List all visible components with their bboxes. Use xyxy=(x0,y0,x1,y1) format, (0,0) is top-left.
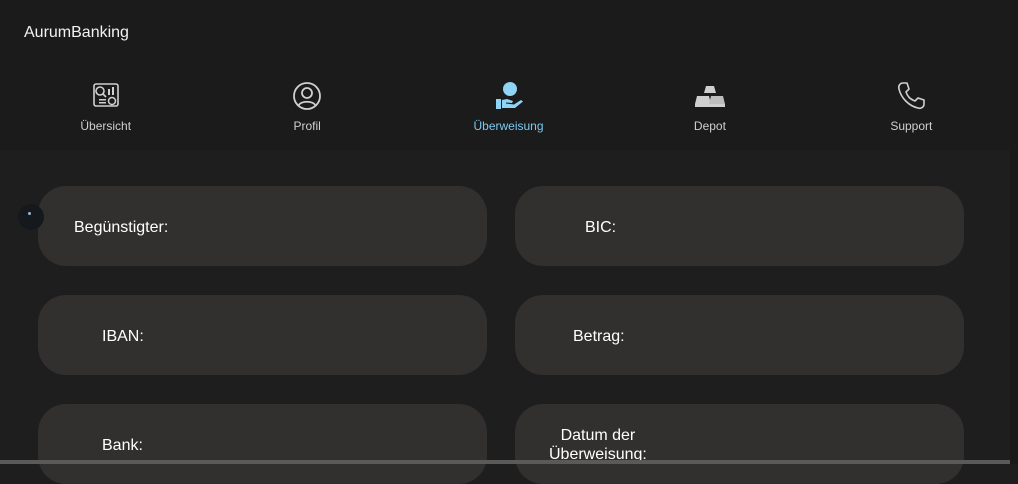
drawer-handle[interactable] xyxy=(18,204,44,230)
tab-label: Profil xyxy=(293,119,321,133)
phone-icon xyxy=(895,80,927,112)
tab-bar: Übersicht Profil Überweisung Depot Suppo… xyxy=(5,70,1012,152)
beneficiary-field[interactable]: Begünstigter: xyxy=(38,186,487,266)
transfer-date-label: Datum der Überweisung: xyxy=(549,426,647,464)
tab-support[interactable]: Support xyxy=(811,70,1012,152)
window-bottom-edge xyxy=(0,460,1010,464)
tab-depot[interactable]: Depot xyxy=(609,70,810,152)
tab-label: Überweisung xyxy=(473,119,544,133)
bank-label: Bank: xyxy=(102,437,143,454)
tab-ueberweisung[interactable]: Überweisung xyxy=(407,70,610,152)
tab-uebersicht[interactable]: Übersicht xyxy=(5,70,206,152)
amount-label: Betrag: xyxy=(573,328,625,345)
beneficiary-label: Begünstigter: xyxy=(74,219,169,236)
bic-field[interactable]: BIC: xyxy=(515,186,964,266)
transfer-form: Begünstigter: BIC: IBAN: Betrag: Bank: D… xyxy=(0,150,1018,484)
bic-label: BIC: xyxy=(585,219,617,236)
gold-bars-icon xyxy=(694,80,726,112)
app-bar: AurumBanking Übersicht Profil Überweisun… xyxy=(0,0,1018,152)
iban-label: IBAN: xyxy=(102,328,144,345)
app-title: AurumBanking xyxy=(24,24,129,41)
iban-field[interactable]: IBAN: xyxy=(38,295,487,375)
tab-label: Support xyxy=(890,119,933,133)
bank-field[interactable]: Bank: xyxy=(38,404,487,484)
hand-coin-icon xyxy=(493,80,525,112)
window-edge xyxy=(1010,0,1018,464)
transfer-date-label-line1: Datum der xyxy=(560,427,636,444)
transfer-date-field[interactable]: Datum der Überweisung: xyxy=(515,404,964,484)
tab-label: Depot xyxy=(693,119,726,133)
tab-label: Übersicht xyxy=(80,119,132,133)
dashboard-icon xyxy=(90,80,122,112)
person-circle-icon xyxy=(291,80,323,112)
tab-profil[interactable]: Profil xyxy=(206,70,407,152)
amount-field[interactable]: Betrag: xyxy=(515,295,964,375)
